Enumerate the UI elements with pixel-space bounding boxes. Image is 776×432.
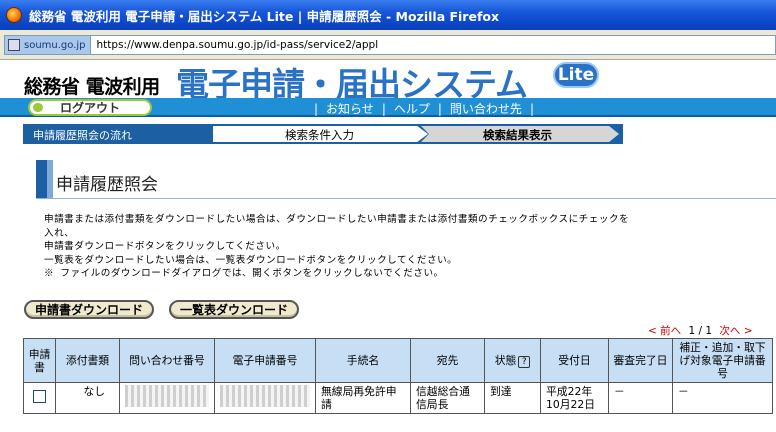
site-domain: soumu.go.jp xyxy=(24,39,86,51)
title-divider xyxy=(36,198,776,199)
table-row: なし 無線局再免許申請 信越総合通信局長 到達 平成22年10月22日 － － xyxy=(23,382,773,414)
redacted-application-number xyxy=(220,385,310,407)
firefox-icon xyxy=(6,7,22,23)
nav-link-help[interactable]: ヘルプ xyxy=(394,102,430,116)
window-title: 総務省 電波利用 電子申請・届出システム Lite | 申請履歴照会 - Moz… xyxy=(29,8,500,24)
col-header-inquiry-number: 問い合わせ番号 xyxy=(119,338,215,383)
nav-link-contact[interactable]: 問い合わせ先 xyxy=(450,102,522,116)
help-icon[interactable]: ? xyxy=(518,355,531,368)
progress-steps: 申請履歴照会の流れ 検索条件入力 検索結果表示 xyxy=(23,124,623,144)
download-list-button[interactable]: 一覧表ダウンロード xyxy=(169,300,299,319)
cell-target-number: － xyxy=(672,382,773,414)
application-checkbox[interactable] xyxy=(33,390,46,403)
pager: < 前へ 1 / 1 次へ > xyxy=(648,323,753,338)
col-header-completed-date: 審査完了日 xyxy=(608,338,673,383)
cell-procedure: 無線局再免許申請 xyxy=(315,382,411,414)
step-search-input-label: 検索条件入力 xyxy=(285,128,354,142)
nav-link-news[interactable]: お知らせ xyxy=(326,102,374,116)
step-flow-label: 申請履歴照会の流れ xyxy=(33,129,132,142)
instruction-line: 一覧表をダウンロードしたい場合は、一覧表ダウンロードボタンをクリックしてください… xyxy=(44,254,458,266)
col-header-procedure: 手続名 xyxy=(315,338,411,383)
cell-attachment: なし xyxy=(55,382,120,414)
instruction-line: ※ ファイルのダウンロードダイアログでは、開くボタンをクリックしないでください。 xyxy=(44,268,444,279)
nav-links: | お知らせ | ヘルプ | 問い合わせ先 | xyxy=(310,100,538,117)
col-header-destination: 宛先 xyxy=(410,338,485,383)
nav-divider: | xyxy=(314,102,319,116)
col-header-received-date: 受付日 xyxy=(540,338,609,383)
cell-received-date: 平成22年10月22日 xyxy=(540,382,609,414)
pager-status: 1 / 1 xyxy=(688,325,713,337)
instruction-line: 申請書または添付書類をダウンロードしたい場合は、ダウンロードしたい申請書または添… xyxy=(44,214,630,225)
redacted-inquiry-number xyxy=(125,385,209,407)
download-application-button[interactable]: 申請書ダウンロード xyxy=(24,300,154,319)
table-header-row: 申請書 添付書類 問い合わせ番号 電子申請番号 手続名 宛先 状態? 受付日 審… xyxy=(23,338,773,383)
cell-status: 到達 xyxy=(484,382,541,414)
nav-bar: ログアウト | お知らせ | ヘルプ | 問い合わせ先 | xyxy=(0,98,776,117)
site-icon xyxy=(8,39,20,51)
site-header: 総務省 電波利用 電子申請・届出システム Lite xyxy=(0,60,776,104)
cell-inquiry-number xyxy=(119,382,215,414)
col-header-attachment: 添付書類 xyxy=(55,338,120,383)
col-header-status: 状態? xyxy=(484,338,541,383)
cell-completed-date: － xyxy=(608,382,673,414)
url-field[interactable]: soumu.go.jp https://www.denpa.soumu.go.j… xyxy=(4,35,776,55)
cell-application-number xyxy=(214,382,316,414)
results-table: 申請書 添付書類 問い合わせ番号 電子申請番号 手続名 宛先 状態? 受付日 審… xyxy=(23,338,773,414)
title-accent xyxy=(36,160,47,198)
page-title: 申請履歴照会 xyxy=(56,175,158,195)
logout-label: ログアウト xyxy=(59,101,120,115)
col-header-application: 申請書 xyxy=(23,338,56,383)
step-search-input: 検索条件入力 xyxy=(213,126,428,142)
nav-divider: | xyxy=(529,102,534,116)
address-bar: soumu.go.jp https://www.denpa.soumu.go.j… xyxy=(0,30,776,60)
site-identity-button[interactable]: soumu.go.jp xyxy=(5,36,91,54)
col-header-application-number: 電子申請番号 xyxy=(214,338,316,383)
instruction-line: 申請書ダウンロードボタンをクリックしてください。 xyxy=(44,241,286,252)
step-search-results-label: 検索結果表示 xyxy=(483,128,552,142)
cell-destination: 信越総合通信局長 xyxy=(410,382,485,414)
cell-application-checkbox xyxy=(23,382,56,414)
lite-badge: Lite xyxy=(553,62,599,88)
title-accent-light xyxy=(47,160,53,198)
instructions: 申請書または添付書類をダウンロードしたい場合は、ダウンロードしたい申請書または添… xyxy=(44,213,774,281)
nav-divider: | xyxy=(437,102,442,116)
pager-prev-link[interactable]: < 前へ xyxy=(648,325,681,337)
step-search-results: 検索結果表示 xyxy=(421,126,619,142)
instruction-line: 入れ、 xyxy=(44,227,75,239)
nav-divider: | xyxy=(381,102,386,116)
attachment-value: なし xyxy=(83,385,105,398)
url-text: https://www.denpa.soumu.go.jp/id-pass/se… xyxy=(96,39,379,51)
org-name: 総務省 電波利用 xyxy=(24,76,160,98)
pager-next-link[interactable]: 次へ > xyxy=(719,325,752,337)
status-header-label: 状態 xyxy=(494,353,517,367)
window-titlebar: 総務省 電波利用 電子申請・届出システム Lite | 申請履歴照会 - Moz… xyxy=(0,0,776,30)
col-header-target-number: 補正・追加・取下げ対象電子申請番号 xyxy=(672,338,773,383)
logout-button[interactable]: ログアウト xyxy=(28,99,152,116)
